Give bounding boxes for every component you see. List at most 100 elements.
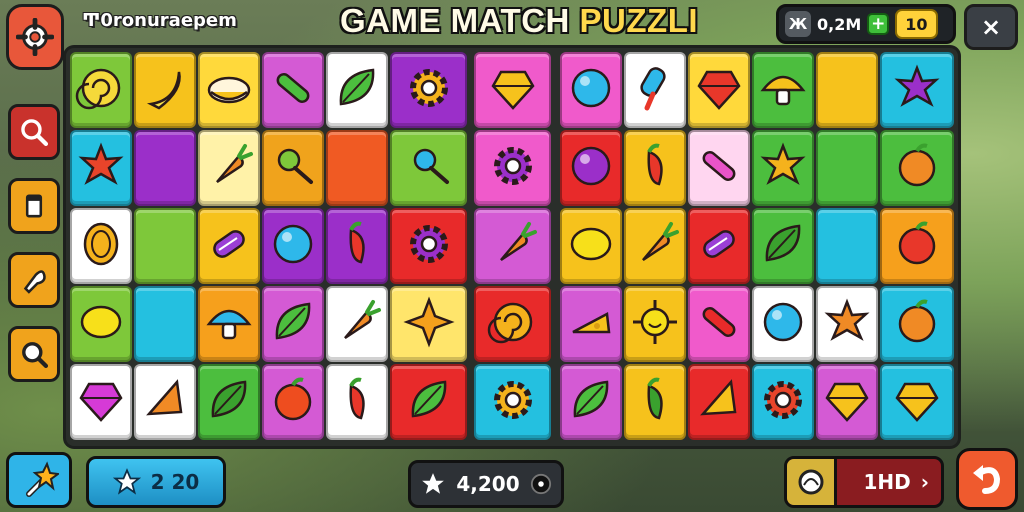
board-tile[interactable] xyxy=(688,130,750,206)
board-tile[interactable] xyxy=(134,52,196,128)
board-tile[interactable] xyxy=(474,208,551,284)
coin-count: 0,2M xyxy=(817,14,862,34)
star4-icon xyxy=(401,294,457,354)
board-tile[interactable] xyxy=(134,130,196,206)
board-tile[interactable] xyxy=(752,364,814,440)
board-tile[interactable] xyxy=(624,130,686,206)
star-icon xyxy=(422,473,445,494)
board-tile[interactable] xyxy=(816,286,878,362)
board-tile[interactable] xyxy=(752,130,814,206)
board-tile[interactable] xyxy=(624,52,686,128)
wedge-icon xyxy=(137,372,193,432)
board-tile[interactable] xyxy=(326,52,388,128)
board-tile[interactable] xyxy=(198,208,260,284)
menu-button[interactable] xyxy=(6,4,64,70)
board-tile[interactable] xyxy=(134,208,196,284)
board-tile[interactable] xyxy=(752,52,814,128)
board-tile[interactable] xyxy=(688,208,750,284)
board-tile[interactable] xyxy=(880,52,954,128)
close-button[interactable]: × xyxy=(964,4,1018,50)
sidebar-search-button[interactable] xyxy=(8,104,60,160)
board-tile[interactable] xyxy=(560,364,622,440)
board-tile[interactable] xyxy=(70,286,132,362)
board-tile[interactable] xyxy=(70,208,132,284)
star-score-value: 2 20 xyxy=(150,470,200,494)
board-tile[interactable] xyxy=(752,286,814,362)
board-tile[interactable] xyxy=(624,364,686,440)
board-tile[interactable] xyxy=(816,364,878,440)
board-tile[interactable] xyxy=(262,286,324,362)
title-part1: GAME MATCH xyxy=(340,2,580,39)
moves-panel[interactable]: 1HD › xyxy=(784,456,944,508)
board-tile[interactable] xyxy=(816,130,878,206)
board-tile[interactable] xyxy=(326,364,388,440)
popsicle-icon xyxy=(627,60,683,120)
board-tile[interactable] xyxy=(624,208,686,284)
board-tile[interactable] xyxy=(262,208,324,284)
board-tile[interactable] xyxy=(262,52,324,128)
ball-icon xyxy=(563,60,619,120)
board-tile[interactable] xyxy=(326,208,388,284)
board-tile[interactable] xyxy=(262,364,324,440)
board-tile[interactable] xyxy=(326,286,388,362)
board-tile[interactable] xyxy=(390,208,467,284)
lemon-icon xyxy=(73,294,129,354)
leaf-icon xyxy=(329,60,385,120)
board-tile[interactable] xyxy=(70,364,132,440)
board-tile[interactable] xyxy=(560,52,622,128)
board-tile[interactable] xyxy=(198,286,260,362)
board-tile[interactable] xyxy=(880,208,954,284)
board-tile[interactable] xyxy=(688,286,750,362)
board-tile[interactable] xyxy=(198,364,260,440)
moves-arrow-icon: › xyxy=(920,470,929,494)
banana-icon xyxy=(137,60,193,120)
board-tile[interactable] xyxy=(198,52,260,128)
board-tile[interactable] xyxy=(262,130,324,206)
board-tile[interactable] xyxy=(390,130,467,206)
board-tile[interactable] xyxy=(880,286,954,362)
star-score-panel: 2 20 xyxy=(86,456,226,508)
board-tile[interactable] xyxy=(816,52,878,128)
leaf-icon xyxy=(201,372,257,432)
sidebar-hint-button[interactable] xyxy=(8,252,60,308)
board-tile[interactable] xyxy=(560,286,622,362)
moves-value: 1HD xyxy=(863,470,911,494)
add-coins-button[interactable]: + xyxy=(867,13,890,35)
board-tile[interactable] xyxy=(688,364,750,440)
board-tile[interactable] xyxy=(70,52,132,128)
board-tile[interactable] xyxy=(134,364,196,440)
carrot-icon xyxy=(485,216,541,276)
gem-icon xyxy=(691,60,747,120)
mushroom-icon xyxy=(201,294,257,354)
right-board-extra-column xyxy=(880,52,954,440)
board-tile[interactable] xyxy=(474,130,551,206)
board-tile[interactable] xyxy=(752,208,814,284)
board-tile[interactable] xyxy=(560,208,622,284)
board-tile[interactable] xyxy=(474,52,551,128)
board-tile[interactable] xyxy=(816,208,878,284)
star-blob-icon xyxy=(755,138,811,198)
board-tile[interactable] xyxy=(880,130,954,206)
board-tile[interactable] xyxy=(326,130,388,206)
leaf-icon xyxy=(265,294,321,354)
board-tile[interactable] xyxy=(624,286,686,362)
undo-button[interactable] xyxy=(956,448,1018,510)
sidebar-magnify-button[interactable] xyxy=(8,326,60,382)
board-tile[interactable] xyxy=(390,364,467,440)
board-tile[interactable] xyxy=(560,130,622,206)
board-tile[interactable] xyxy=(474,364,551,440)
board-tile[interactable] xyxy=(134,286,196,362)
booster-button[interactable] xyxy=(6,452,72,508)
gem-icon xyxy=(889,372,945,432)
board-tile[interactable] xyxy=(70,130,132,206)
board-tile[interactable] xyxy=(198,130,260,206)
cheese-icon xyxy=(563,294,619,354)
board-tile[interactable] xyxy=(390,286,467,362)
board-tile[interactable] xyxy=(474,286,551,362)
star-blob-icon xyxy=(73,138,129,198)
right-board xyxy=(560,52,878,440)
sidebar-pause-button[interactable] xyxy=(8,178,60,234)
board-tile[interactable] xyxy=(688,52,750,128)
board-tile[interactable] xyxy=(880,364,954,440)
board-tile[interactable] xyxy=(390,52,467,128)
